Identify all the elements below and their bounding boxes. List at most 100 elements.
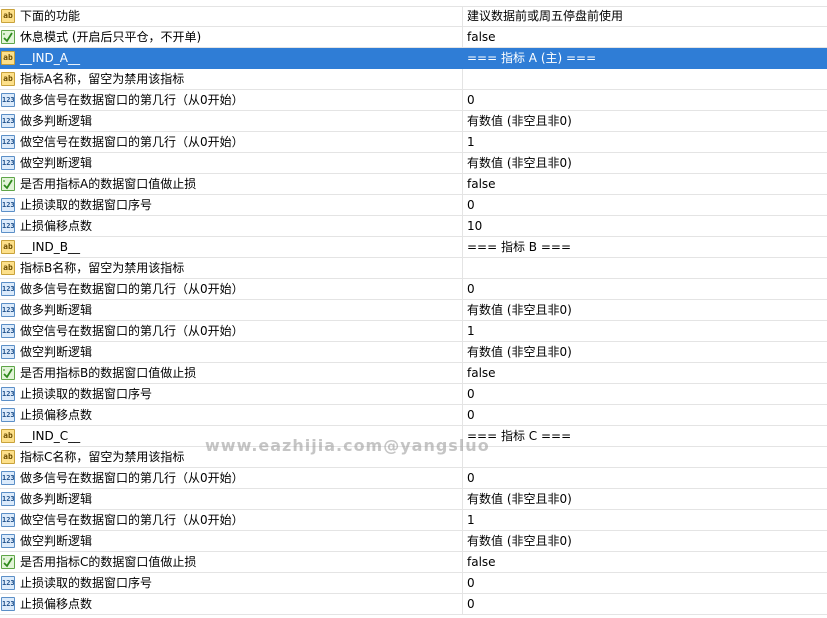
parameter-name-cell[interactable]: ab 指标C名称，留空为禁用该指标 — [0, 447, 463, 467]
parameter-row[interactable]: ab 下面的功能 建议数据前或周五停盘前使用 — [0, 6, 827, 27]
parameter-row[interactable]: 123 止损偏移点数 0 — [0, 594, 827, 615]
parameter-row[interactable]: 123 止损读取的数据窗口序号 0 — [0, 195, 827, 216]
parameter-row[interactable]: 123 做多信号在数据窗口的第几行（从0开始） 0 — [0, 90, 827, 111]
parameter-name-cell[interactable]: 123 做多信号在数据窗口的第几行（从0开始） — [0, 468, 463, 488]
parameter-name: 止损偏移点数 — [20, 408, 93, 422]
parameter-name-cell[interactable]: 123 做多信号在数据窗口的第几行（从0开始） — [0, 279, 463, 299]
parameter-name-cell[interactable]: 123 做空判断逻辑 — [0, 531, 463, 551]
parameter-value[interactable]: 0 — [467, 573, 475, 593]
parameter-name-cell[interactable]: ab __IND_C__ — [0, 426, 463, 446]
parameter-value[interactable]: 有数值 (非空且非0) — [467, 489, 572, 509]
string-param-icon: ab — [1, 240, 15, 254]
parameter-row[interactable]: 123 做多判断逻辑 有数值 (非空且非0) — [0, 300, 827, 321]
parameter-row[interactable]: 123 做空判断逻辑 有数值 (非空且非0) — [0, 153, 827, 174]
parameter-value[interactable]: false — [467, 363, 496, 383]
parameter-name: 做空信号在数据窗口的第几行（从0开始） — [20, 324, 244, 338]
parameter-name-cell[interactable]: 123 做空信号在数据窗口的第几行（从0开始） — [0, 510, 463, 530]
parameter-row[interactable]: 123 止损读取的数据窗口序号 0 — [0, 573, 827, 594]
parameter-row[interactable]: ab 指标C名称，留空为禁用该指标 — [0, 447, 827, 468]
parameter-value[interactable]: 有数值 (非空且非0) — [467, 531, 572, 551]
number-param-icon: 123 — [1, 135, 15, 149]
parameter-value[interactable]: 1 — [467, 132, 475, 152]
parameter-name-cell[interactable]: 是否用指标B的数据窗口值做止损 — [0, 363, 463, 383]
parameter-row[interactable]: 是否用指标C的数据窗口值做止损 false — [0, 552, 827, 573]
parameter-name: 做空判断逻辑 — [20, 156, 93, 170]
parameter-name-cell[interactable]: 123 做多判断逻辑 — [0, 111, 463, 131]
parameter-row[interactable]: 123 做多判断逻辑 有数值 (非空且非0) — [0, 489, 827, 510]
parameter-value[interactable]: false — [467, 552, 496, 572]
parameter-name-cell[interactable]: 123 止损偏移点数 — [0, 216, 463, 236]
parameter-name: 止损读取的数据窗口序号 — [20, 198, 153, 212]
number-param-icon: 123 — [1, 198, 15, 212]
parameter-name-cell[interactable]: 123 止损偏移点数 — [0, 594, 463, 614]
parameter-row[interactable]: ab __IND_A__ === 指标 A (主) === — [0, 48, 827, 69]
parameter-value[interactable]: 0 — [467, 195, 475, 215]
parameter-value[interactable]: 1 — [467, 510, 475, 530]
parameter-value[interactable]: 0 — [467, 468, 475, 488]
parameter-name: 指标B名称，留空为禁用该指标 — [20, 261, 185, 275]
parameter-value[interactable]: false — [467, 174, 496, 194]
parameter-row[interactable]: 是否用指标A的数据窗口值做止损 false — [0, 174, 827, 195]
parameter-row[interactable]: 123 做多信号在数据窗口的第几行（从0开始） 0 — [0, 468, 827, 489]
parameter-name-cell[interactable]: 123 止损偏移点数 — [0, 405, 463, 425]
parameter-name-cell[interactable]: 123 做空信号在数据窗口的第几行（从0开始） — [0, 132, 463, 152]
parameter-name: 做多判断逻辑 — [20, 492, 93, 506]
parameter-value[interactable]: 0 — [467, 405, 475, 425]
parameter-name: 做空判断逻辑 — [20, 345, 93, 359]
parameter-row[interactable]: 123 止损偏移点数 10 — [0, 216, 827, 237]
parameter-row[interactable]: ab __IND_C__ === 指标 C === — [0, 426, 827, 447]
parameter-value[interactable]: 0 — [467, 594, 475, 614]
parameter-name-cell[interactable]: 123 止损读取的数据窗口序号 — [0, 384, 463, 404]
number-param-icon: 123 — [1, 534, 15, 548]
parameter-name: 指标A名称，留空为禁用该指标 — [20, 72, 185, 86]
parameter-row[interactable]: 123 做多信号在数据窗口的第几行（从0开始） 0 — [0, 279, 827, 300]
parameter-value[interactable]: === 指标 B === — [467, 237, 571, 257]
parameter-row[interactable]: ab __IND_B__ === 指标 B === — [0, 237, 827, 258]
parameter-row[interactable]: 123 止损读取的数据窗口序号 0 — [0, 384, 827, 405]
parameter-row[interactable]: 123 做空信号在数据窗口的第几行（从0开始） 1 — [0, 510, 827, 531]
parameter-value[interactable]: 有数值 (非空且非0) — [467, 111, 572, 131]
parameter-name-cell[interactable]: 是否用指标C的数据窗口值做止损 — [0, 552, 463, 572]
parameter-row[interactable]: 是否用指标B的数据窗口值做止损 false — [0, 363, 827, 384]
parameter-row[interactable]: 123 做多判断逻辑 有数值 (非空且非0) — [0, 111, 827, 132]
parameter-row[interactable]: 休息模式 (开启后只平仓，不开单) false — [0, 27, 827, 48]
parameter-name-cell[interactable]: ab 下面的功能 — [0, 6, 463, 26]
parameter-value[interactable]: === 指标 A (主) === — [467, 48, 596, 68]
parameter-value[interactable]: === 指标 C === — [467, 426, 571, 446]
parameter-name-cell[interactable]: ab 指标A名称，留空为禁用该指标 — [0, 69, 463, 89]
string-param-icon: ab — [1, 51, 15, 65]
parameter-value[interactable]: 1 — [467, 321, 475, 341]
parameter-row[interactable]: 123 做空信号在数据窗口的第几行（从0开始） 1 — [0, 321, 827, 342]
parameter-name-cell[interactable]: ab __IND_B__ — [0, 237, 463, 257]
parameter-name-cell[interactable]: 123 止损读取的数据窗口序号 — [0, 573, 463, 593]
parameter-row[interactable]: ab 指标A名称，留空为禁用该指标 — [0, 69, 827, 90]
parameter-value[interactable]: 0 — [467, 279, 475, 299]
parameter-value[interactable]: 0 — [467, 384, 475, 404]
parameter-name-cell[interactable]: 123 止损读取的数据窗口序号 — [0, 195, 463, 215]
parameter-name: 做多判断逻辑 — [20, 114, 93, 128]
parameter-name-cell[interactable]: ab 指标B名称，留空为禁用该指标 — [0, 258, 463, 278]
parameter-row[interactable]: 123 做空判断逻辑 有数值 (非空且非0) — [0, 531, 827, 552]
parameter-value[interactable]: 10 — [467, 216, 482, 236]
parameter-value[interactable]: 有数值 (非空且非0) — [467, 342, 572, 362]
parameter-row[interactable]: ab 指标B名称，留空为禁用该指标 — [0, 258, 827, 279]
parameter-name-cell[interactable]: 休息模式 (开启后只平仓，不开单) — [0, 27, 463, 47]
string-param-icon: ab — [1, 261, 15, 275]
parameter-name: __IND_C__ — [20, 429, 81, 443]
parameter-value[interactable]: 有数值 (非空且非0) — [467, 300, 572, 320]
parameter-value[interactable]: 0 — [467, 90, 475, 110]
parameter-name-cell[interactable]: 是否用指标A的数据窗口值做止损 — [0, 174, 463, 194]
parameter-row[interactable]: 123 止损偏移点数 0 — [0, 405, 827, 426]
parameter-name-cell[interactable]: 123 做多判断逻辑 — [0, 489, 463, 509]
parameter-name-cell[interactable]: ab __IND_A__ — [0, 48, 463, 68]
parameter-name-cell[interactable]: 123 做空判断逻辑 — [0, 342, 463, 362]
parameter-name-cell[interactable]: 123 做空信号在数据窗口的第几行（从0开始） — [0, 321, 463, 341]
parameter-name-cell[interactable]: 123 做多判断逻辑 — [0, 300, 463, 320]
parameter-name-cell[interactable]: 123 做空判断逻辑 — [0, 153, 463, 173]
parameter-value[interactable]: false — [467, 27, 496, 47]
parameter-value[interactable]: 建议数据前或周五停盘前使用 — [467, 6, 623, 26]
parameter-value[interactable]: 有数值 (非空且非0) — [467, 153, 572, 173]
parameter-name-cell[interactable]: 123 做多信号在数据窗口的第几行（从0开始） — [0, 90, 463, 110]
parameter-row[interactable]: 123 做空判断逻辑 有数值 (非空且非0) — [0, 342, 827, 363]
parameter-row[interactable]: 123 做空信号在数据窗口的第几行（从0开始） 1 — [0, 132, 827, 153]
